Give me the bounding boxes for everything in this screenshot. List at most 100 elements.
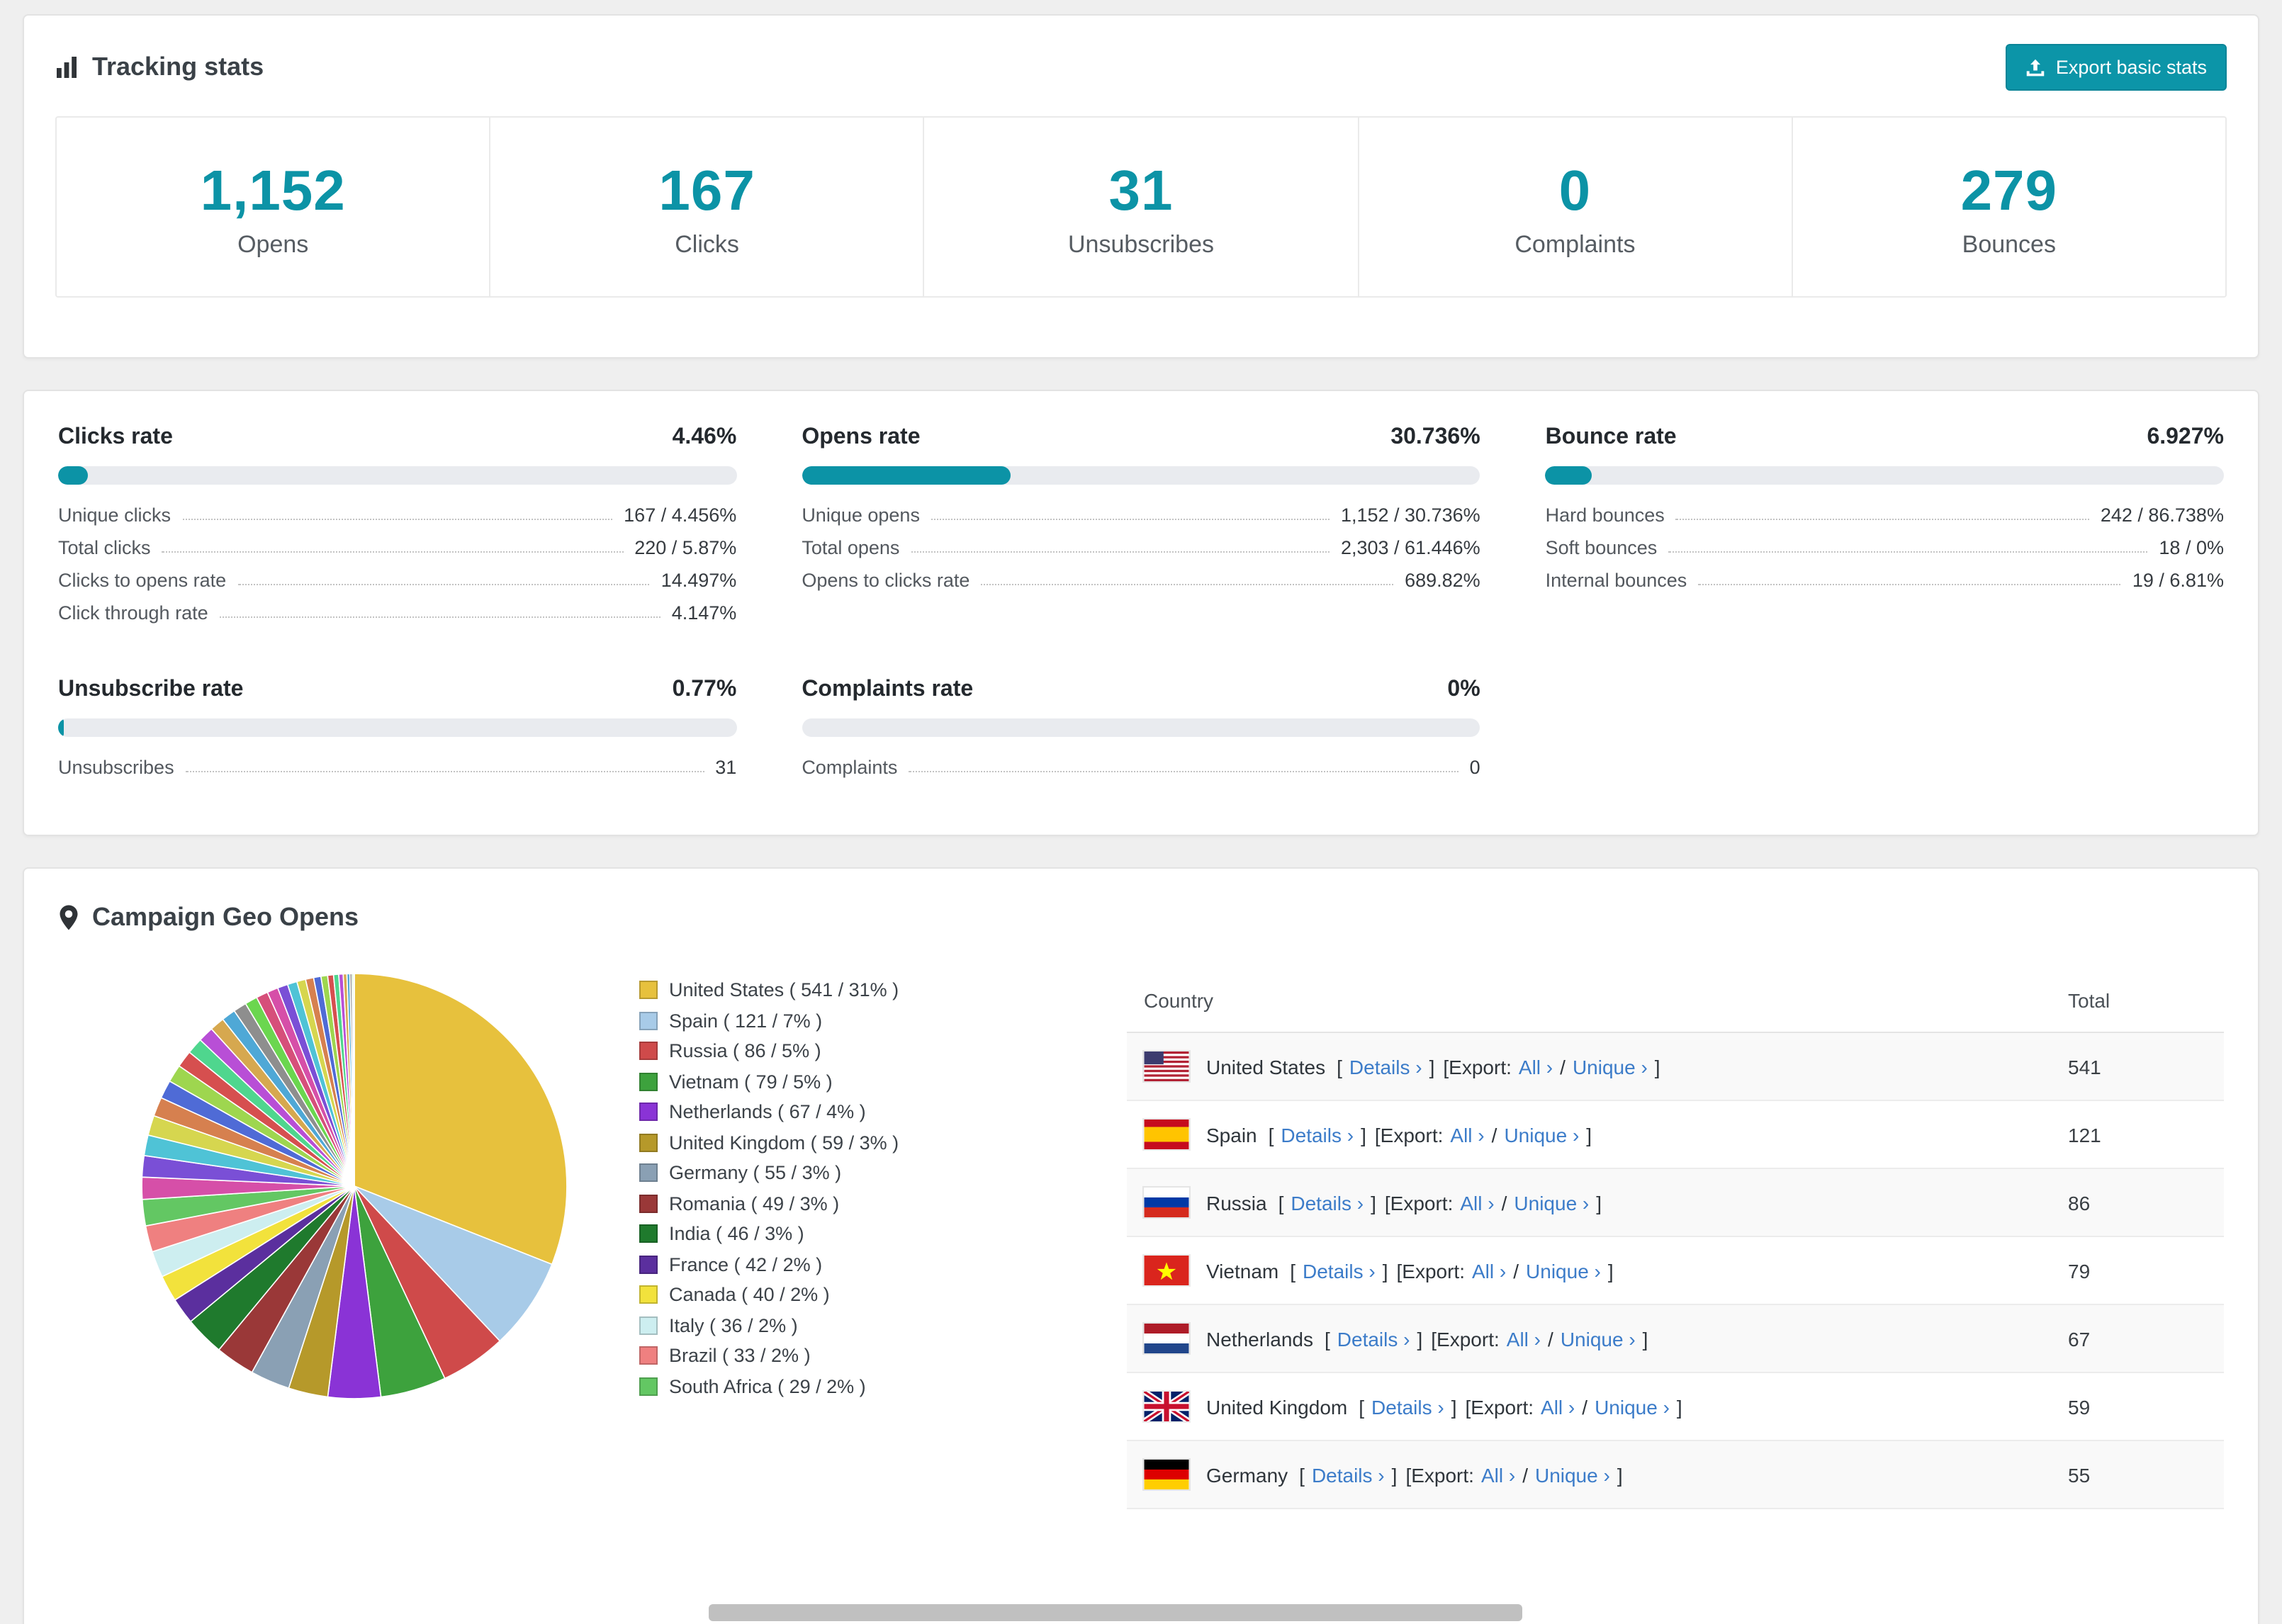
details-link[interactable]: Details ›: [1281, 1123, 1354, 1146]
country-total: 541: [2068, 1055, 2101, 1078]
rate-stat-value: 167 / 4.456%: [624, 504, 737, 526]
rate-stat-label: Clicks to opens rate: [58, 570, 227, 591]
legend-color-swatch: [639, 1133, 658, 1152]
country-name: United Kingdom: [1206, 1395, 1348, 1418]
export-unique-link[interactable]: Unique ›: [1573, 1055, 1648, 1078]
legend-color-swatch: [639, 1316, 658, 1335]
rate-rows: Complaints 0: [802, 751, 1480, 784]
legend-item: South Africa ( 29 / 2% ): [639, 1371, 996, 1402]
legend-color-swatch: [639, 981, 658, 1000]
country-cell: Vietnam [Details ›] [Export: All › / Uni…: [1144, 1256, 2068, 1285]
slash-separator: /: [1501, 1191, 1507, 1214]
export-basic-stats-button[interactable]: Export basic stats: [2006, 44, 2227, 91]
country-cell: United States [Details ›] [Export: All ›…: [1144, 1051, 2068, 1081]
map-pin-icon: [60, 905, 78, 930]
export-all-link[interactable]: All ›: [1460, 1191, 1494, 1214]
legend-item: Romania ( 49 / 3% ): [639, 1188, 996, 1219]
legend-label: Canada ( 40 / 2% ): [669, 1284, 830, 1306]
geo-table-header: Country Total: [1127, 969, 2224, 1033]
bracket: [: [1337, 1055, 1342, 1078]
legend-item: Netherlands ( 67 / 4% ): [639, 1097, 996, 1127]
bracket: ]: [1596, 1191, 1602, 1214]
bracket: ]: [1429, 1055, 1435, 1078]
rate-value: 30.736%: [1390, 425, 1480, 449]
rate-stat-value: 4.147%: [671, 602, 737, 624]
stat-value: 1,152: [200, 160, 346, 222]
bracket: ]: [1417, 1327, 1423, 1350]
country-cell: Germany [Details ›] [Export: All › / Uni…: [1144, 1460, 2068, 1489]
stat-value: 0: [1558, 160, 1592, 222]
details-link[interactable]: Details ›: [1312, 1463, 1385, 1486]
bracket: ]: [1371, 1191, 1376, 1214]
legend-color-swatch: [639, 1255, 658, 1274]
legend-item: Italy ( 36 / 2% ): [639, 1310, 996, 1341]
rate-stat-value: 31: [715, 757, 737, 778]
rate-rows: Hard bounces 242 / 86.738% Soft bounces …: [1546, 499, 2224, 597]
legend-label: Romania ( 49 / 3% ): [669, 1192, 840, 1214]
slash-separator: /: [1560, 1055, 1566, 1078]
export-unique-link[interactable]: Unique ›: [1504, 1123, 1579, 1146]
geo-pie-chart[interactable]: [137, 969, 571, 1403]
horizontal-scrollbar-thumb[interactable]: [709, 1604, 1522, 1621]
country-cell: Netherlands [Details ›] [Export: All › /…: [1144, 1324, 2068, 1353]
rate-stat-value: 14.497%: [661, 570, 737, 591]
country-cell: Russia [Details ›] [Export: All › / Uniq…: [1144, 1188, 2068, 1217]
country-total: 59: [2068, 1395, 2091, 1418]
progress-bar: [58, 718, 737, 737]
geo-table-row: Russia [Details ›] [Export: All › / Uniq…: [1127, 1169, 2224, 1237]
bracket: ]: [1391, 1463, 1398, 1486]
legend-color-swatch: [639, 1011, 658, 1030]
stat-box: 1,152 Opens: [57, 118, 489, 296]
legend-color-swatch: [639, 1194, 658, 1213]
export-unique-link[interactable]: Unique ›: [1526, 1259, 1601, 1282]
export-all-link[interactable]: All ›: [1541, 1395, 1575, 1418]
legend-label: Vietnam ( 79 / 5% ): [669, 1071, 833, 1093]
details-link[interactable]: Details ›: [1371, 1395, 1444, 1418]
legend-color-swatch: [639, 1224, 658, 1244]
country-column-header: Country: [1144, 989, 1214, 1012]
details-link[interactable]: Details ›: [1337, 1327, 1410, 1350]
bracket: [: [1299, 1463, 1305, 1486]
bracket: ]: [1382, 1259, 1388, 1282]
tracking-stats-title: Tracking stats: [55, 52, 264, 82]
export-prefix: [Export:: [1405, 1463, 1474, 1486]
bracket: [: [1268, 1123, 1274, 1146]
geo-table-row: Germany [Details ›] [Export: All › / Uni…: [1127, 1441, 2224, 1509]
country-flag-icon: [1144, 1188, 1189, 1217]
rate-header: Clicks rate 4.46%: [58, 425, 736, 451]
country-name: United States: [1206, 1055, 1326, 1078]
export-all-link[interactable]: All ›: [1450, 1123, 1484, 1146]
rate-stat-row: Soft bounces 18 / 0%: [1546, 531, 2224, 564]
details-link[interactable]: Details ›: [1349, 1055, 1422, 1078]
rate-rows: Unsubscribes 31: [58, 751, 736, 784]
export-unique-link[interactable]: Unique ›: [1535, 1463, 1610, 1486]
bracket: ]: [1654, 1055, 1660, 1078]
progress-bar: [802, 718, 1480, 737]
export-unique-link[interactable]: Unique ›: [1561, 1327, 1636, 1350]
export-all-link[interactable]: All ›: [1481, 1463, 1515, 1486]
legend-item: Spain ( 121 / 7% ): [639, 1005, 996, 1036]
tracking-stats-header: Tracking stats Export basic stats: [55, 44, 2227, 91]
export-all-link[interactable]: All ›: [1507, 1327, 1541, 1350]
details-link[interactable]: Details ›: [1303, 1259, 1376, 1282]
export-all-link[interactable]: All ›: [1472, 1259, 1506, 1282]
dotted-leader: [981, 584, 1394, 585]
rate-stat-value: 18 / 0%: [2159, 537, 2224, 558]
export-unique-link[interactable]: Unique ›: [1595, 1395, 1670, 1418]
country-name: Netherlands: [1206, 1327, 1313, 1350]
export-prefix: [Export:: [1465, 1395, 1534, 1418]
details-link[interactable]: Details ›: [1291, 1191, 1364, 1214]
export-unique-link[interactable]: Unique ›: [1514, 1191, 1589, 1214]
rate-block: Opens rate 30.736% Unique opens 1,152 / …: [802, 425, 1480, 629]
rate-block: Unsubscribe rate 0.77% Unsubscribes 31: [58, 677, 737, 784]
export-basic-stats-label: Export basic stats: [2055, 57, 2207, 78]
rate-stat-value: 689.82%: [1405, 570, 1480, 591]
export-all-link[interactable]: All ›: [1519, 1055, 1553, 1078]
rate-value: 4.46%: [672, 425, 737, 449]
export-prefix: [Export:: [1384, 1191, 1454, 1214]
country-name: Germany: [1206, 1463, 1288, 1486]
country-flag-icon: [1144, 1460, 1189, 1489]
dotted-leader: [162, 551, 624, 553]
rate-stat-value: 242 / 86.738%: [2100, 504, 2224, 526]
country-name: Russia: [1206, 1191, 1267, 1214]
